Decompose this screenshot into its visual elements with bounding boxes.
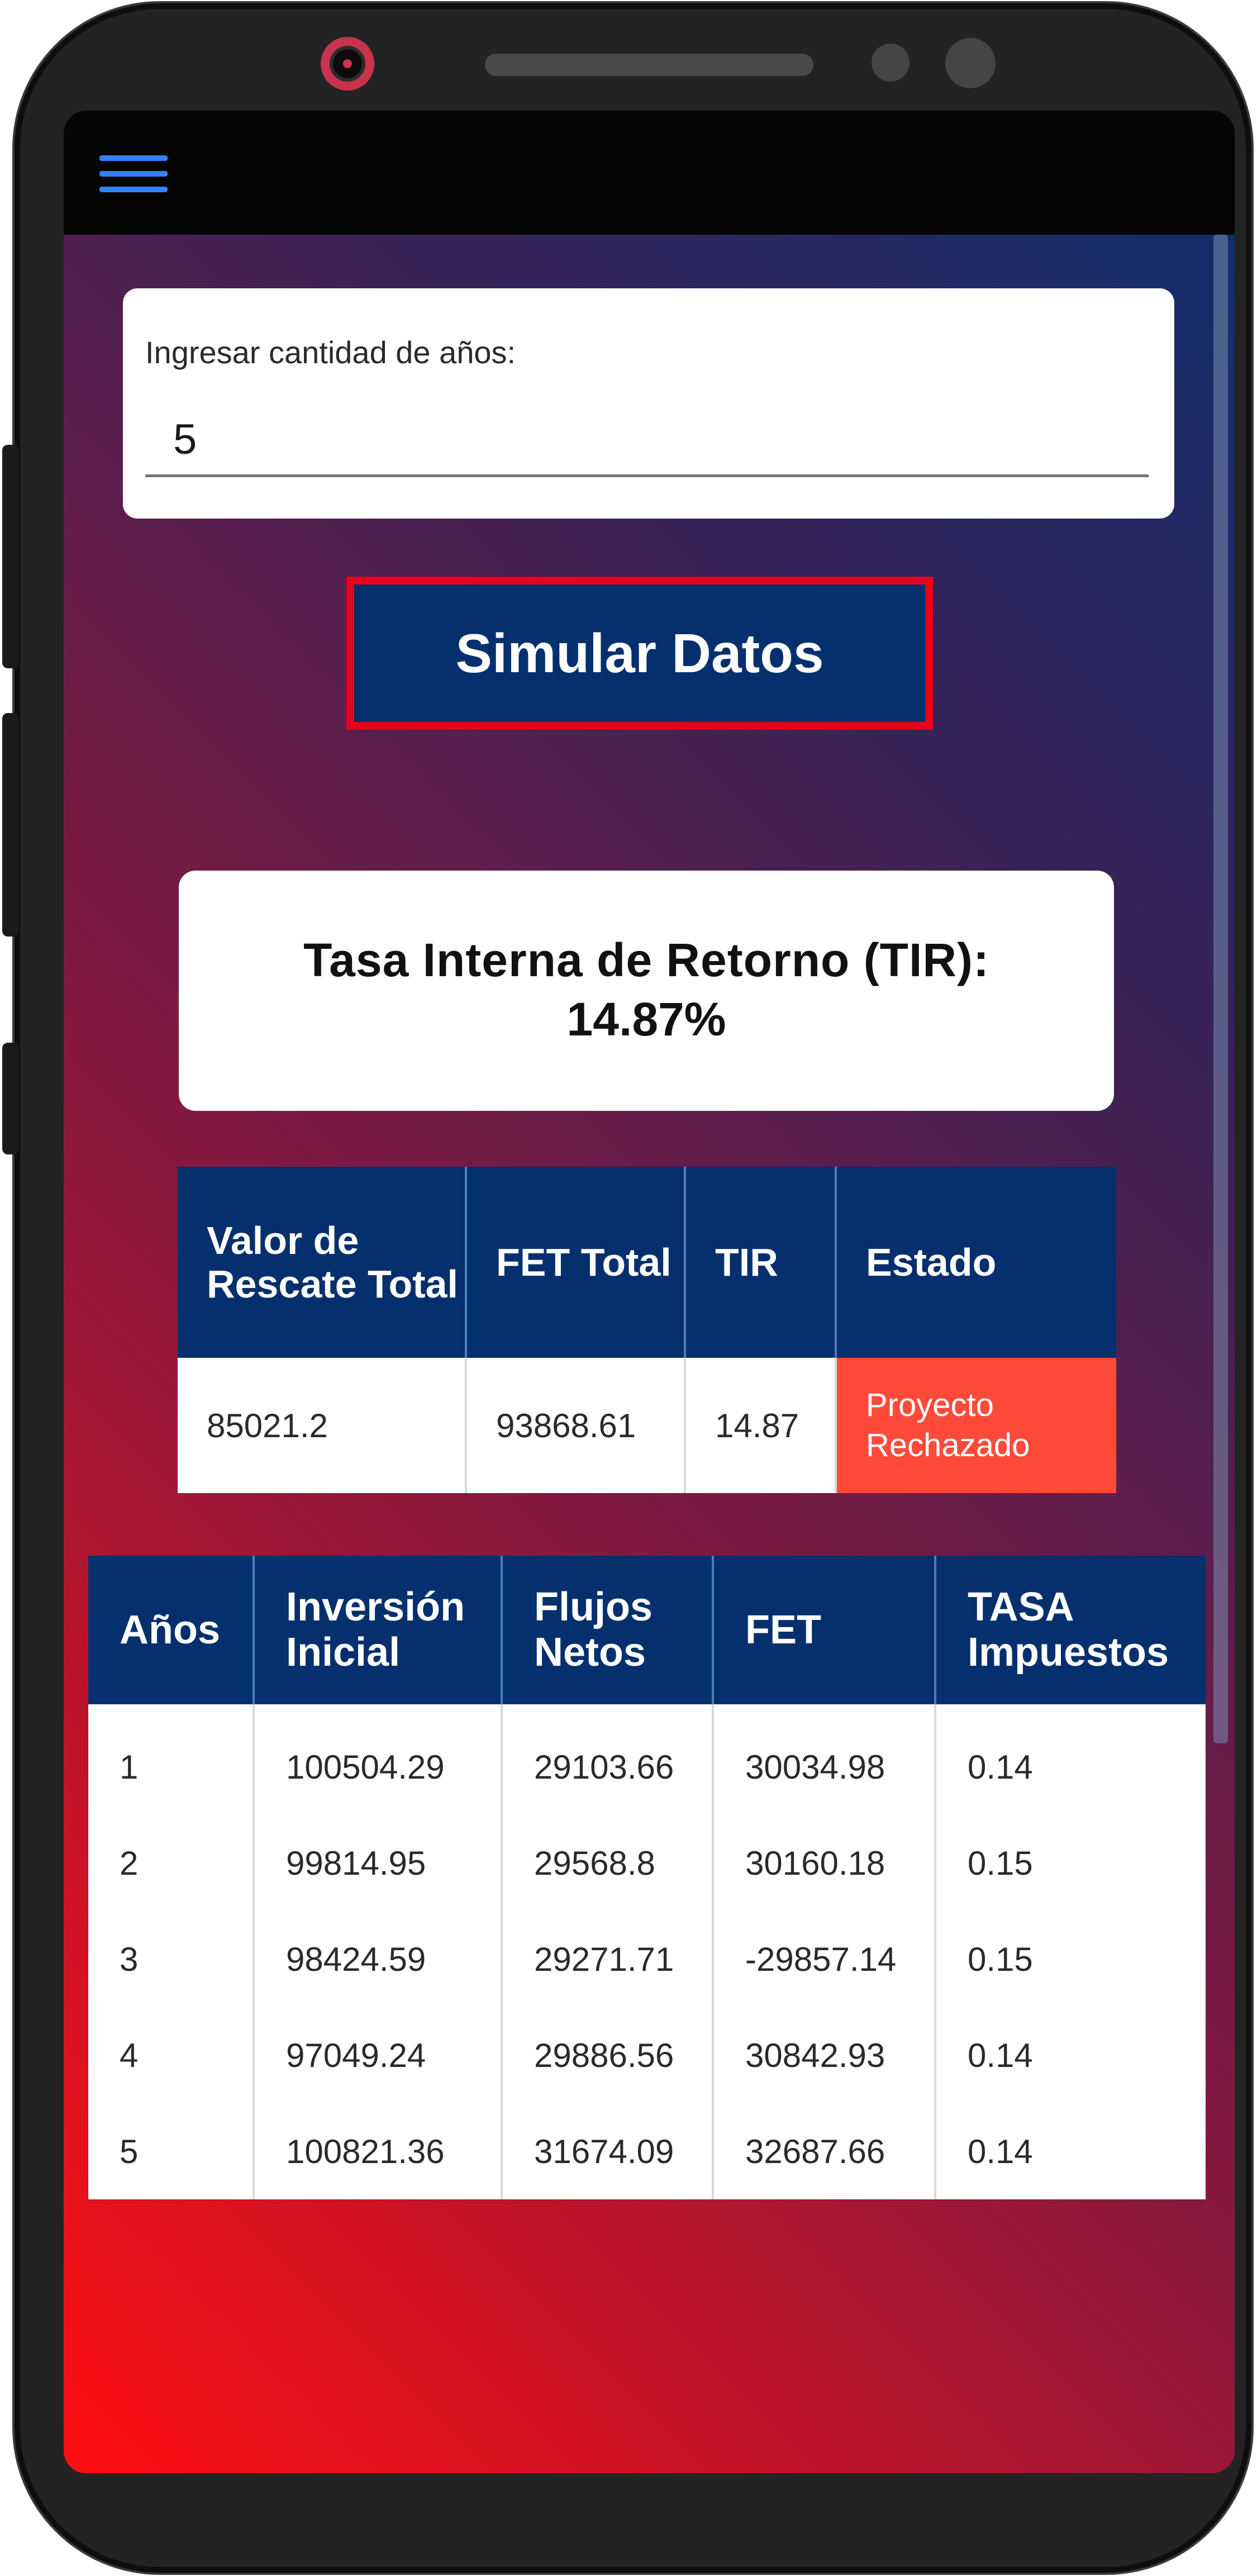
- table-cell: 99814.95: [254, 1815, 503, 1911]
- years-input-label: Ingresar cantidad de años:: [145, 335, 516, 370]
- scrollbar[interactable]: [1213, 235, 1228, 1743]
- table-cell: 85021.2: [178, 1358, 467, 1493]
- table-cell: 0.14: [935, 2103, 1206, 2199]
- summary-header-row: Valor de Rescate Total FET Total TIR Est…: [178, 1167, 1116, 1358]
- table-cell: 1: [88, 1704, 255, 1815]
- table-cell: 0.14: [935, 2007, 1206, 2103]
- side-button-middle: [2, 713, 19, 937]
- status-badge: Proyecto Rechazado: [836, 1358, 1116, 1493]
- years-input[interactable]: [145, 405, 1149, 477]
- column-header-inversion-inicial: Inversión Inicial: [254, 1556, 503, 1704]
- column-header-estado: Estado: [836, 1167, 1116, 1358]
- sensor-icon: [872, 44, 910, 82]
- table-cell: 30160.18: [713, 1815, 936, 1911]
- tir-label: Tasa Interna de Retorno (TIR):: [303, 934, 989, 986]
- table-cell: 32687.66: [713, 2103, 936, 2199]
- column-header-fet-total: FET Total: [466, 1167, 686, 1358]
- column-header-tir: TIR: [685, 1167, 837, 1358]
- table-cell: 100821.36: [254, 2103, 503, 2199]
- front-camera-icon: [321, 37, 374, 91]
- column-header-valor-rescate: Valor de Rescate Total: [178, 1167, 467, 1358]
- table-cell: 98424.59: [254, 1911, 503, 2007]
- table-cell: -29857.14: [713, 1911, 936, 2007]
- table-cell: 5: [88, 2103, 255, 2199]
- table-cell: 29103.66: [502, 1704, 714, 1815]
- speaker-grille: [485, 54, 813, 76]
- table-cell: 30842.93: [713, 2007, 936, 2103]
- tir-result-card: Tasa Interna de Retorno (TIR): 14.87%: [179, 871, 1114, 1111]
- table-cell: 29271.71: [502, 1911, 714, 2007]
- table-row: 1 100504.29 29103.66 30034.98 0.14: [88, 1704, 1206, 1815]
- years-table: Años Inversión Inicial Flujos Netos FET …: [88, 1556, 1206, 2199]
- column-header-anos: Años: [88, 1556, 255, 1704]
- tir-value: 14.87%: [566, 993, 726, 1045]
- table-row: 2 99814.95 29568.8 30160.18 0.15: [88, 1815, 1206, 1911]
- table-cell: 30034.98: [713, 1704, 936, 1815]
- table-cell: 93868.61: [466, 1358, 686, 1493]
- side-button-bottom: [2, 1043, 19, 1154]
- phone-frame: Ingresar cantidad de años: Simular Datos…: [2, 3, 1251, 2573]
- years-input-card: Ingresar cantidad de años:: [123, 288, 1174, 519]
- table-row: 4 97049.24 29886.56 30842.93 0.14: [88, 2007, 1206, 2103]
- sensor-icon: [945, 38, 996, 88]
- table-row: 3 98424.59 29271.71 -29857.14 0.15: [88, 1911, 1206, 2007]
- simulate-data-button[interactable]: Simular Datos: [346, 577, 933, 730]
- column-header-flujos-netos: Flujos Netos: [502, 1556, 714, 1704]
- table-row: 85021.2 93868.61 14.87 Proyecto Rechazad…: [178, 1358, 1116, 1493]
- table-cell: 4: [88, 2007, 255, 2103]
- table-cell: 0.14: [935, 1704, 1206, 1815]
- table-cell: 29568.8: [502, 1815, 714, 1911]
- table-cell: 14.87: [685, 1358, 837, 1493]
- column-header-fet: FET: [713, 1556, 936, 1704]
- table-cell: 0.15: [935, 1815, 1206, 1911]
- column-header-tasa-impuestos: TASA Impuestos: [935, 1556, 1206, 1704]
- table-cell: 29886.56: [502, 2007, 714, 2103]
- side-button-top: [2, 445, 19, 668]
- summary-table: Valor de Rescate Total FET Total TIR Est…: [178, 1167, 1116, 1493]
- hamburger-menu-icon[interactable]: [99, 155, 168, 192]
- table-cell: 0.15: [935, 1911, 1206, 2007]
- table-cell: 31674.09: [502, 2103, 714, 2199]
- app-screen: Ingresar cantidad de años: Simular Datos…: [64, 111, 1235, 2473]
- top-app-bar: [64, 111, 1235, 235]
- table-cell: 3: [88, 1911, 255, 2007]
- table-row: 5 100821.36 31674.09 32687.66 0.14: [88, 2103, 1206, 2199]
- years-header-row: Años Inversión Inicial Flujos Netos FET …: [88, 1556, 1206, 1704]
- table-cell: 97049.24: [254, 2007, 503, 2103]
- table-cell: 2: [88, 1815, 255, 1911]
- table-cell: 100504.29: [254, 1704, 503, 1815]
